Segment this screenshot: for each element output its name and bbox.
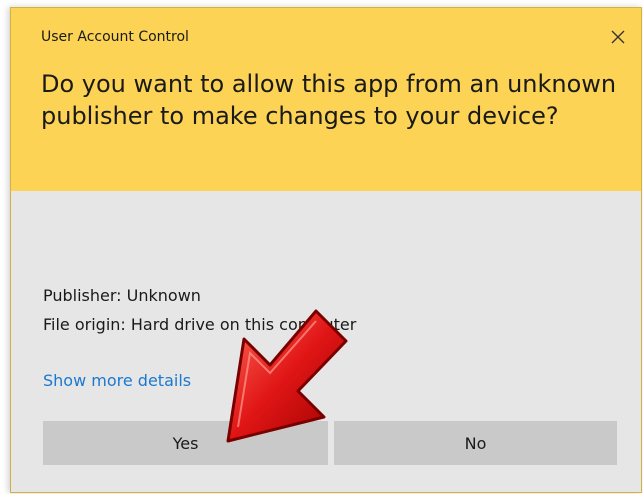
yes-button[interactable]: Yes xyxy=(43,421,328,465)
yes-button-label: Yes xyxy=(172,433,199,453)
close-icon xyxy=(611,30,625,44)
show-more-details-link[interactable]: Show more details xyxy=(43,371,191,390)
dialog-title: User Account Control xyxy=(41,29,189,45)
publisher-text: Publisher: Unknown xyxy=(43,286,201,305)
consent-question: Do you want to allow this app from an un… xyxy=(41,70,617,130)
no-button[interactable]: No xyxy=(334,421,617,465)
no-button-label: No xyxy=(464,433,487,453)
dialog-header: User Account Control Do you want to allo… xyxy=(11,8,641,191)
uac-dialog: User Account Control Do you want to allo… xyxy=(10,7,642,493)
close-button[interactable] xyxy=(607,26,629,48)
file-origin-text: File origin: Hard drive on this computer xyxy=(43,315,357,334)
